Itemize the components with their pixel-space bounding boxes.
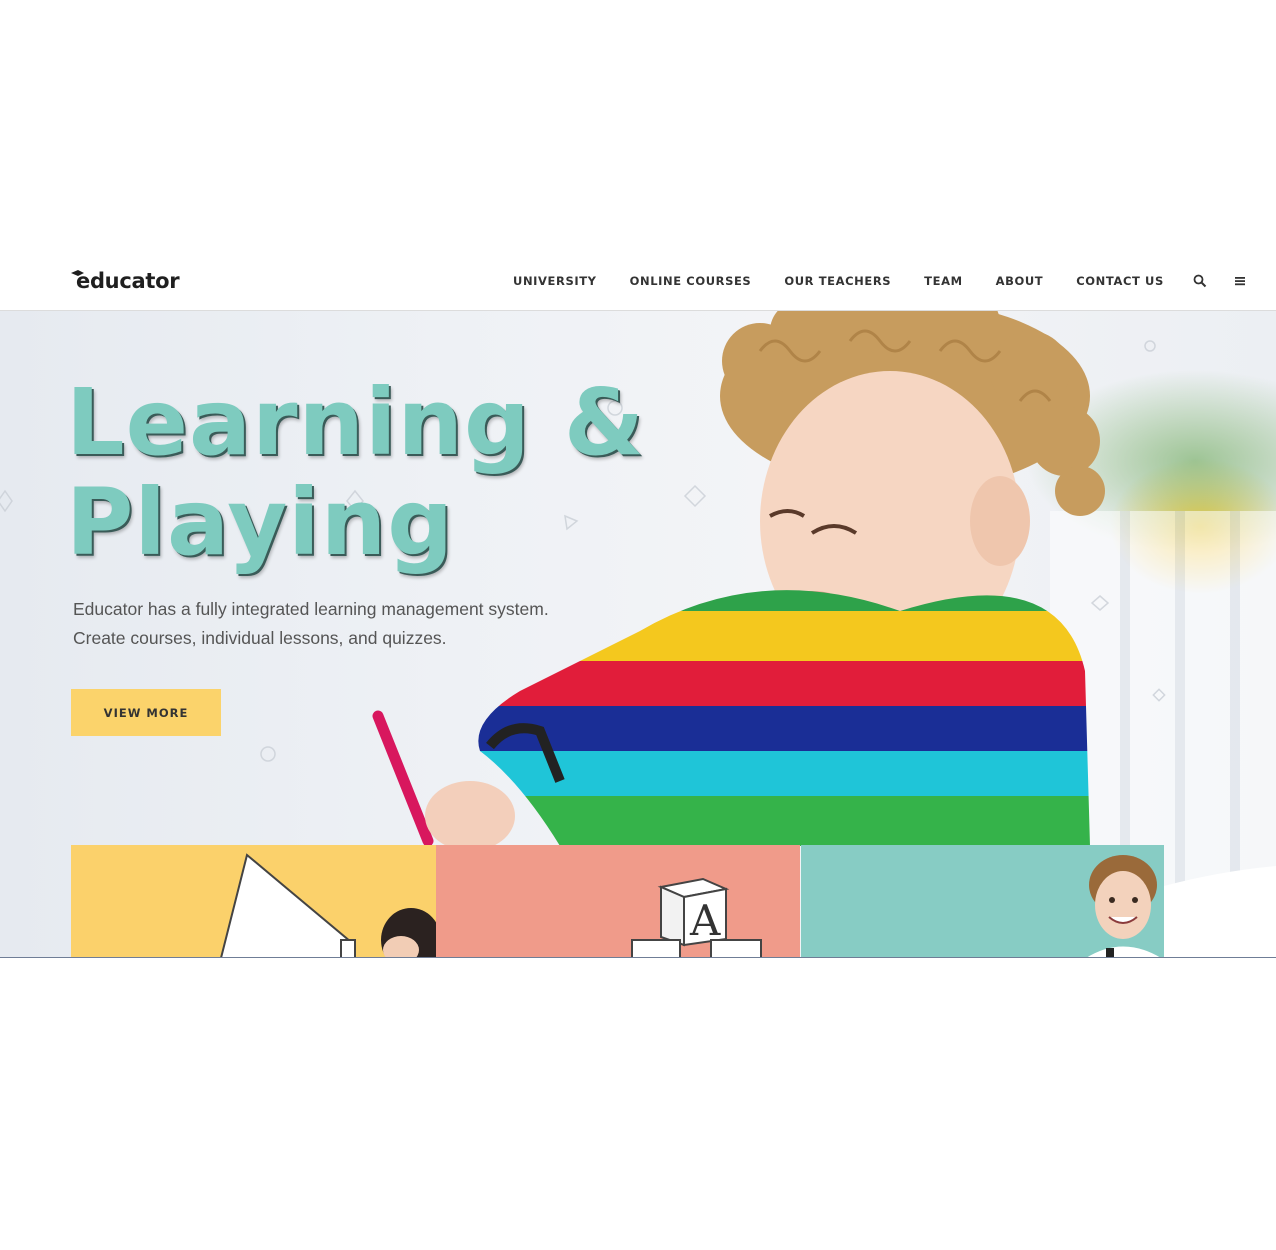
hero-title-line-2: Playing xyxy=(66,469,455,576)
hero-title-line-1: Learning & xyxy=(66,369,646,476)
svg-text:A: A xyxy=(689,896,721,945)
hero-title: Learning & Playing xyxy=(66,373,645,573)
smiling-boy-image xyxy=(1086,855,1161,958)
hero-description-line-2: Create courses, individual lessons, and … xyxy=(73,628,447,648)
search-icon[interactable] xyxy=(1193,274,1207,288)
nav-item-university[interactable]: UNIVERSITY xyxy=(513,274,597,288)
site-header: educator UNIVERSITY ONLINE COURSES OUR T… xyxy=(0,258,1276,311)
feature-card-teal[interactable] xyxy=(801,845,1164,958)
megaphone-girl-image xyxy=(219,853,436,958)
nav-item-contact-us[interactable]: CONTACT US xyxy=(1076,274,1164,288)
hero-section: Learning & Playing Educator has a fully … xyxy=(0,311,1276,958)
feature-card-yellow[interactable] xyxy=(71,845,436,958)
nav-item-team[interactable]: TEAM xyxy=(924,274,962,288)
hero-description: Educator has a fully integrated learning… xyxy=(73,595,593,653)
main-nav: UNIVERSITY ONLINE COURSES OUR TEACHERS T… xyxy=(513,258,1247,304)
logo[interactable]: educator xyxy=(71,266,180,296)
menu-icon[interactable] xyxy=(1233,274,1247,288)
view-more-button[interactable]: VIEW MORE xyxy=(71,689,221,736)
graduation-cap-icon xyxy=(71,270,84,276)
logo-text: educator xyxy=(76,269,180,293)
nav-item-our-teachers[interactable]: OUR TEACHERS xyxy=(784,274,891,288)
hero-description-line-1: Educator has a fully integrated learning… xyxy=(73,599,549,619)
viewport-bottom-border xyxy=(0,957,1276,958)
nav-item-about[interactable]: ABOUT xyxy=(996,274,1044,288)
website-viewport: educator UNIVERSITY ONLINE COURSES OUR T… xyxy=(0,258,1276,958)
letter-blocks-image: A xyxy=(631,877,762,958)
nav-item-online-courses[interactable]: ONLINE COURSES xyxy=(630,274,752,288)
feature-card-pink[interactable]: A xyxy=(436,845,800,958)
